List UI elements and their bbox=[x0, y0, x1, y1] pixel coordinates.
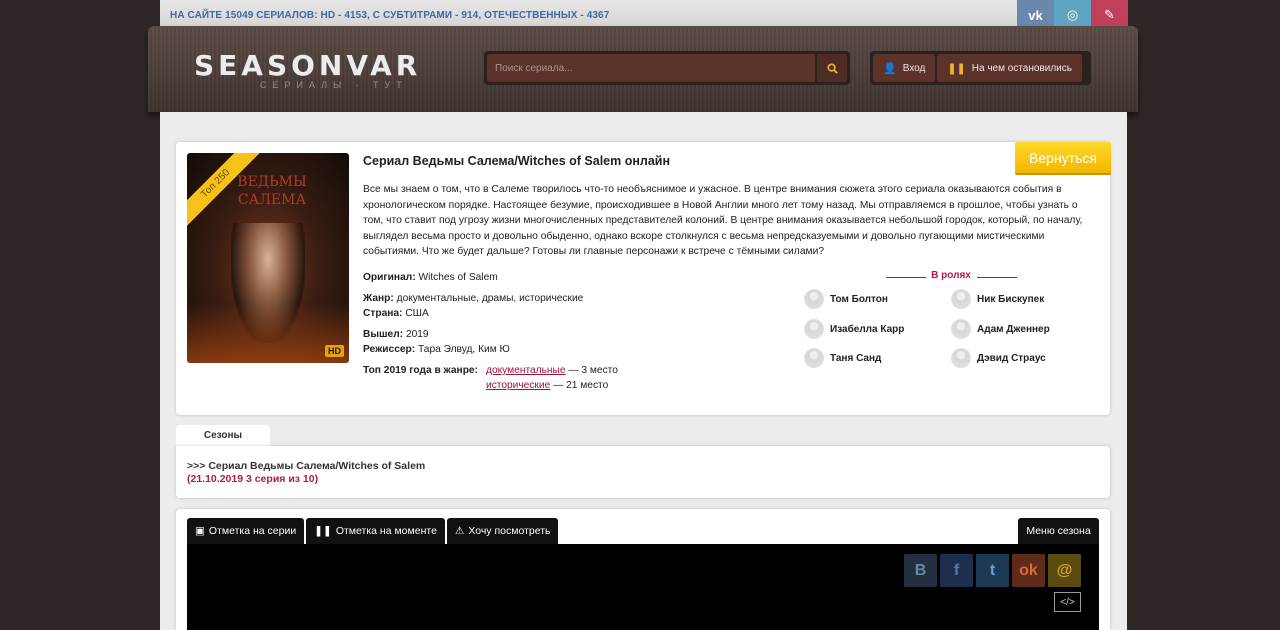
tab-label: Отметка на серии bbox=[208, 525, 297, 537]
series-title: Сериал Ведьмы Салема/Witches of Salem он… bbox=[363, 154, 671, 168]
season-menu-button[interactable]: Меню сезона bbox=[1018, 518, 1099, 544]
twitter-share-icon[interactable]: t bbox=[976, 554, 1009, 587]
avatar bbox=[804, 289, 824, 309]
top-place: — 3 место bbox=[568, 365, 618, 376]
poster-title: ВЕДЬМЫ САЛЕМА bbox=[237, 174, 307, 208]
pause-icon: ❚❚ bbox=[947, 62, 966, 75]
seasons-list: >>> Сериал Ведьмы Салема/Witches of Sale… bbox=[176, 446, 1110, 498]
logo-text: SEASONVAR bbox=[194, 49, 422, 82]
search-button[interactable] bbox=[817, 54, 847, 82]
hd-badge: HD bbox=[325, 345, 344, 357]
stats-text2: , С СУБТИТРАМИ - bbox=[367, 9, 459, 21]
actor-link[interactable]: Изабелла Карр bbox=[804, 319, 904, 339]
warning-icon: ⚠ bbox=[454, 525, 465, 537]
original-label: Оригинал: bbox=[363, 272, 416, 283]
top-place: — 21 место bbox=[553, 380, 609, 391]
tab-seasons[interactable]: Сезоны bbox=[176, 425, 270, 447]
logo[interactable]: SEASONVAR СЕРИАЛЫ · ТУТ bbox=[194, 52, 464, 92]
actor-link[interactable]: Адам Дженнер bbox=[951, 319, 1050, 339]
embed-code-icon[interactable]: </> bbox=[1054, 592, 1081, 612]
year-value: 2019 bbox=[405, 329, 429, 340]
top-entry: исторические — 21 место bbox=[486, 378, 608, 394]
original-value: Witches of Salem bbox=[418, 272, 498, 283]
season-link[interactable]: >>> Сериал Ведьмы Салема/Witches of Sale… bbox=[187, 460, 425, 472]
genre-value: документальные, драмы, исторические bbox=[396, 293, 584, 304]
avatar bbox=[951, 348, 971, 368]
country-label: Страна: bbox=[363, 308, 403, 319]
tab-label: Хочу посмотреть bbox=[468, 525, 551, 537]
director-value: Тара Элвуд, Ким Ю bbox=[418, 344, 510, 355]
avatar bbox=[804, 319, 824, 339]
stats-total: 15049 bbox=[225, 9, 254, 21]
info-top: Топ 2019 года в жанре: bbox=[363, 363, 478, 379]
cast-title: В ролях bbox=[931, 270, 971, 281]
ticket-icon: ▣ bbox=[195, 525, 205, 537]
search-bar bbox=[484, 51, 850, 85]
search-icon bbox=[826, 62, 838, 74]
email-share-icon[interactable]: @ bbox=[1048, 554, 1081, 587]
stats-prefix: НА САЙТЕ bbox=[170, 9, 223, 21]
logo-subtitle: СЕРИАЛЫ · ТУТ bbox=[260, 80, 408, 90]
auth-bar: 👤 Вход ❚❚ На чем остановились bbox=[870, 51, 1091, 85]
continue-label: На чем остановились bbox=[971, 62, 1072, 74]
tab-want-to-watch[interactable]: ⚠ Хочу посмотреть bbox=[446, 518, 559, 544]
back-button[interactable]: Вернуться bbox=[1015, 142, 1111, 175]
stats-text1: СЕРИАЛОВ: HD - bbox=[256, 9, 342, 21]
actor-link[interactable]: Дэвид Страус bbox=[951, 348, 1046, 368]
year-label: Вышел: bbox=[363, 329, 404, 340]
info-genre: Жанр: документальные, драмы, исторически… bbox=[363, 291, 583, 307]
avatar bbox=[951, 319, 971, 339]
main-content: ВЕДЬМЫ САЛЕМА Топ 250 HD Сериал Ведьмы С… bbox=[160, 112, 1127, 630]
stats-subs: 914 bbox=[461, 9, 479, 21]
player-section: ▣ Отметка на серии ❚❚ Отметка на моменте… bbox=[176, 509, 1110, 630]
stats-domestic: 4367 bbox=[586, 9, 610, 21]
info-director: Режиссер: Тара Элвуд, Ким Ю bbox=[363, 342, 510, 358]
login-label: Вход bbox=[902, 62, 926, 74]
stats-text3: , ОТЕЧЕСТВЕННЫХ - bbox=[478, 9, 584, 21]
genre-label: Жанр: bbox=[363, 293, 394, 304]
top-genre-link[interactable]: исторические bbox=[486, 380, 550, 391]
avatar bbox=[804, 348, 824, 368]
search-input[interactable] bbox=[487, 54, 815, 82]
info-original: Оригинал: Witches of Salem bbox=[363, 270, 498, 286]
actor-link[interactable]: Таня Санд bbox=[804, 348, 881, 368]
series-card: ВЕДЬМЫ САЛЕМА Топ 250 HD Сериал Ведьмы С… bbox=[176, 142, 1111, 415]
actor-name: Адам Дженнер bbox=[977, 323, 1050, 335]
actor-name: Изабелла Карр bbox=[830, 323, 905, 335]
info-year: Вышел: 2019 bbox=[363, 327, 429, 343]
actor-link[interactable]: Том Болтон bbox=[804, 289, 888, 309]
actor-name: Том Болтон bbox=[830, 293, 888, 305]
top-label: Топ 2019 года в жанре: bbox=[363, 365, 478, 376]
country-value: США bbox=[405, 308, 429, 319]
user-icon: 👤 bbox=[883, 62, 897, 75]
stats-hd: 4153 bbox=[344, 9, 367, 21]
actor-name: Ник Бискупек bbox=[977, 293, 1045, 305]
site-header: SEASONVAR СЕРИАЛЫ · ТУТ 👤 Вход ❚❚ На чем… bbox=[148, 26, 1138, 112]
series-description: Все мы знаем о том, что в Салеме творило… bbox=[363, 184, 1083, 257]
avatar bbox=[951, 289, 971, 309]
vk-share-icon[interactable]: B bbox=[904, 554, 937, 587]
season-date: (21.10.2019 3 серия из 10) bbox=[187, 473, 319, 485]
series-poster[interactable]: ВЕДЬМЫ САЛЕМА Топ 250 HD bbox=[187, 153, 349, 363]
actor-name: Дэвид Страус bbox=[977, 352, 1046, 364]
actor-name: Таня Санд bbox=[830, 352, 882, 364]
ok-share-icon[interactable]: ok bbox=[1012, 554, 1045, 587]
top-entry: документальные — 3 место bbox=[486, 363, 618, 379]
login-button[interactable]: 👤 Вход bbox=[873, 54, 936, 82]
tab-mark-episode[interactable]: ▣ Отметка на серии bbox=[187, 518, 305, 544]
pause-icon: ❚❚ bbox=[314, 525, 332, 537]
facebook-share-icon[interactable]: f bbox=[940, 554, 973, 587]
player-tabs: ▣ Отметка на серии ❚❚ Отметка на моменте… bbox=[187, 518, 559, 544]
info-country: Страна: США bbox=[363, 306, 429, 322]
tab-mark-moment[interactable]: ❚❚ Отметка на моменте bbox=[306, 518, 445, 544]
video-player[interactable]: B f t ok @ </> bbox=[187, 544, 1099, 630]
director-label: Режиссер: bbox=[363, 344, 416, 355]
tab-label: Отметка на моменте bbox=[335, 525, 437, 537]
continue-watching-button[interactable]: ❚❚ На чем остановились bbox=[937, 54, 1082, 82]
actor-link[interactable]: Ник Бискупек bbox=[951, 289, 1044, 309]
top-genre-link[interactable]: документальные bbox=[486, 365, 566, 376]
